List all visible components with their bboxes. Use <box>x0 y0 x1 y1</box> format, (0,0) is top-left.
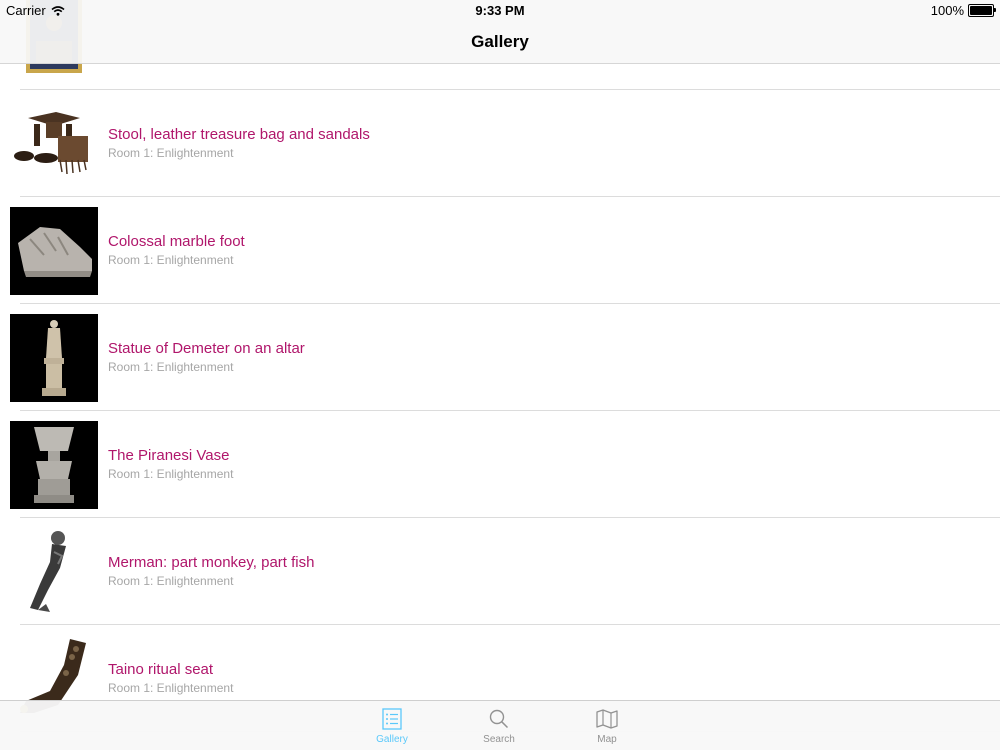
list-item[interactable]: Merman: part monkey, part fish Room 1: E… <box>0 518 1000 625</box>
item-subtitle: Room 1: Enlightenment <box>108 467 234 481</box>
list-item[interactable]: Statue of Demeter on an altar Room 1: En… <box>0 304 1000 411</box>
list-item[interactable]: Stool, leather treasure bag and sandals … <box>0 90 1000 197</box>
tab-search[interactable]: Search <box>459 701 539 750</box>
gallery-list[interactable]: Stool, leather treasure bag and sandals … <box>0 0 1000 732</box>
item-title: Taino ritual seat <box>108 661 214 678</box>
tab-bar: Gallery Search Map <box>0 700 1000 750</box>
tab-label: Search <box>483 734 515 745</box>
item-title: Stool, leather treasure bag and sandals <box>108 126 370 143</box>
status-time: 9:33 PM <box>475 3 525 18</box>
item-subtitle: Room 1: Enlightenment <box>108 360 234 374</box>
item-title: Merman: part monkey, part fish <box>108 554 315 571</box>
page-title: Gallery <box>471 32 529 51</box>
merman-thumbnail <box>10 528 98 616</box>
list-icon <box>382 708 402 730</box>
map-icon <box>596 709 618 729</box>
item-subtitle: Room 1: Enlightenment <box>108 253 234 267</box>
battery-icon <box>968 4 996 17</box>
tab-gallery[interactable]: Gallery <box>352 701 432 750</box>
tab-label: Gallery <box>376 734 408 745</box>
status-bar: Carrier 9:33 PM 100% <box>0 0 1000 20</box>
item-subtitle: Room 1: Enlightenment <box>108 681 234 695</box>
list-item[interactable]: The Piranesi Vase Room 1: Enlightenment <box>0 411 1000 518</box>
demeter-statue-thumbnail <box>10 314 98 402</box>
battery-percent: 100% <box>930 3 964 18</box>
piranesi-vase-thumbnail <box>10 421 98 509</box>
item-subtitle: Room 1: Enlightenment <box>108 146 234 160</box>
item-title: The Piranesi Vase <box>108 447 230 464</box>
stool-thumbnail <box>10 100 98 188</box>
item-title: Colossal marble foot <box>108 233 245 250</box>
search-icon <box>489 709 509 729</box>
tab-map[interactable]: Map <box>567 701 647 750</box>
battery-fill <box>970 6 992 15</box>
item-title: Statue of Demeter on an altar <box>108 340 305 357</box>
marble-foot-thumbnail <box>10 207 98 295</box>
item-subtitle: Room 1: Enlightenment <box>108 574 234 588</box>
status-right: 100% <box>930 3 996 18</box>
tab-label: Map <box>597 734 617 745</box>
list-item[interactable]: Colossal marble foot Room 1: Enlightenme… <box>0 197 1000 304</box>
